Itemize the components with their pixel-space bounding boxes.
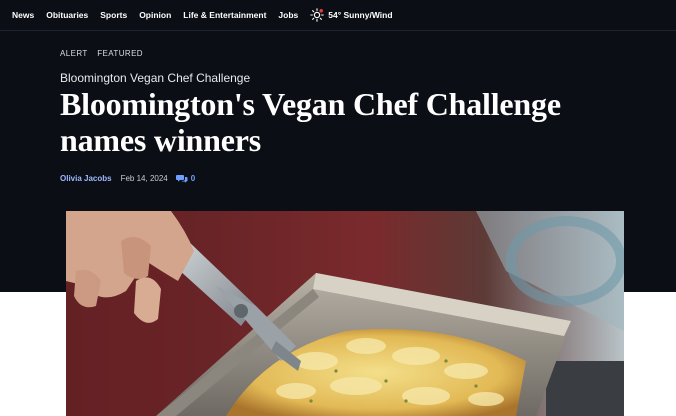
comment-count: 0 xyxy=(190,174,196,183)
nav-item-jobs[interactable]: Jobs xyxy=(278,10,298,20)
tag-alert[interactable]: ALERT xyxy=(60,49,88,58)
sun-icon xyxy=(310,8,325,22)
weather-text: 54° Sunny/Wind xyxy=(328,10,393,20)
nav-item-obituaries[interactable]: Obituaries xyxy=(46,10,88,20)
nav-item-life-entertainment[interactable]: Life & Entertainment xyxy=(183,10,266,20)
weather-widget[interactable]: 54° Sunny/Wind xyxy=(310,8,393,22)
hero-photo-illustration xyxy=(66,211,624,416)
hero-image[interactable] xyxy=(66,211,624,416)
nav-item-sports[interactable]: Sports xyxy=(100,10,127,20)
comment-bubble-icon xyxy=(175,175,188,183)
top-navigation: News Obituaries Sports Opinion Life & En… xyxy=(0,0,676,31)
article-headline: Bloomington's Vegan Chef Challenge names… xyxy=(60,86,561,158)
article-category[interactable]: Bloomington Vegan Chef Challenge xyxy=(60,71,250,85)
publish-date: Feb 14, 2024 xyxy=(120,174,168,183)
comments-link[interactable]: 0 xyxy=(175,174,196,183)
author-link[interactable]: Olivia Jacobs xyxy=(60,174,112,183)
article-byline: Olivia Jacobs Feb 14, 2024 0 xyxy=(60,174,195,183)
tag-featured[interactable]: FEATURED xyxy=(97,49,143,58)
nav-item-opinion[interactable]: Opinion xyxy=(139,10,171,20)
nav-item-news[interactable]: News xyxy=(12,10,34,20)
article-tags: ALERT FEATURED xyxy=(60,49,150,58)
